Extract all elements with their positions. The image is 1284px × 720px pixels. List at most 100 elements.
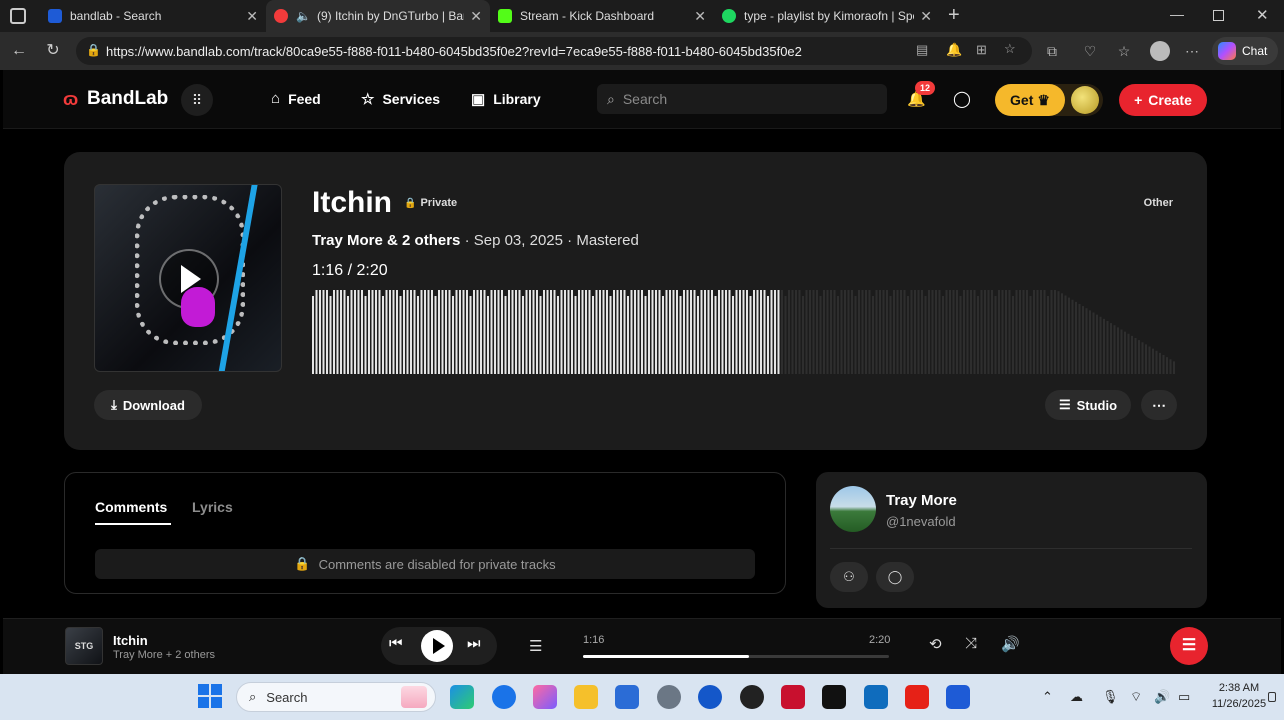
download-button[interactable]: ⤓ Download: [94, 390, 202, 420]
favorites-icon[interactable]: ☆: [1114, 41, 1134, 61]
microphone-icon[interactable]: 🎙: [1102, 689, 1119, 705]
nav-feed[interactable]: ⌂ Feed: [271, 90, 321, 107]
browser-tab-active[interactable]: 🔈 (9) Itchin by DnGTurbo | Ban ✕: [266, 0, 490, 32]
messages-icon[interactable]: ◯: [953, 89, 971, 109]
waveform[interactable]: [312, 290, 1178, 374]
speaker-icon[interactable]: 🔈: [296, 9, 311, 23]
tab-title: type - playlist by Kimoraofn | Spo: [744, 9, 915, 23]
bandlab-logo[interactable]: ɷ BandLab: [63, 88, 168, 110]
windows-start-icon[interactable]: [198, 684, 222, 708]
waveform-bar: [560, 290, 563, 374]
word-icon[interactable]: [946, 685, 970, 709]
volume-icon[interactable]: 🔊: [1001, 635, 1020, 653]
app-available-icon[interactable]: ⊞: [976, 42, 987, 58]
waveform-bar: [714, 296, 717, 374]
follow-user-button[interactable]: ⚇: [830, 562, 868, 592]
copilot-app-icon[interactable]: [492, 685, 516, 709]
copilot-icon: [1218, 42, 1236, 60]
waveform-bar: [595, 290, 598, 374]
browser-essentials-icon[interactable]: ♡: [1080, 41, 1100, 61]
artist-handle[interactable]: @1nevafold: [886, 514, 956, 529]
file-explorer-icon[interactable]: [574, 685, 598, 709]
nav-library[interactable]: ▣ Library: [471, 90, 541, 108]
back-icon[interactable]: ←: [8, 40, 30, 62]
profile-avatar[interactable]: [1150, 41, 1170, 61]
outlook-icon[interactable]: [864, 685, 888, 709]
battery-icon[interactable]: ▭: [1178, 689, 1190, 705]
tab-title: bandlab - Search: [70, 9, 162, 23]
studio-button[interactable]: ☰ Studio: [1045, 390, 1131, 420]
artist-name[interactable]: Tray More: [886, 492, 957, 509]
netflix-icon[interactable]: [822, 685, 846, 709]
wifi-icon[interactable]: ⌔: [1130, 689, 1142, 705]
create-button[interactable]: + Create: [1119, 84, 1207, 116]
close-tab-icon[interactable]: ✕: [246, 8, 258, 25]
notification-center-icon[interactable]: [1268, 692, 1276, 702]
genre-label[interactable]: Other: [1144, 197, 1173, 209]
close-tab-icon[interactable]: ✕: [920, 8, 932, 25]
queue-icon[interactable]: ☰: [529, 637, 542, 655]
waveform-bar: [1022, 290, 1025, 374]
tab-comments[interactable]: Comments: [95, 499, 167, 515]
onedrive-icon[interactable]: ☁: [1070, 689, 1083, 705]
waveform-bar: [693, 290, 696, 374]
copilot-m365-icon[interactable]: [533, 685, 557, 709]
player-artist[interactable]: Tray More + 2 others: [113, 649, 215, 661]
user-avatar[interactable]: [1071, 86, 1099, 114]
waveform-bar: [1043, 290, 1046, 374]
edge-app-icon[interactable]: [450, 685, 474, 709]
repeat-icon[interactable]: ⟲: [929, 635, 942, 653]
get-membership-button[interactable]: Get ♛: [995, 84, 1103, 116]
track-cover-art[interactable]: [94, 184, 282, 372]
youtube-icon[interactable]: [905, 685, 929, 709]
url-field[interactable]: 🔒 https://www.bandlab.com/track/80ca9e55…: [76, 37, 1032, 65]
track-artists[interactable]: Tray More & 2 others: [312, 232, 460, 249]
show-hidden-icons-icon[interactable]: ⌃: [1042, 689, 1053, 705]
next-track-icon[interactable]: ⏭: [467, 635, 481, 652]
previous-track-icon[interactable]: ⏮: [389, 635, 403, 652]
new-tab-icon[interactable]: +: [948, 4, 960, 27]
more-options-icon[interactable]: ⋯: [1141, 390, 1177, 420]
artist-avatar[interactable]: [830, 486, 876, 532]
reader-icon[interactable]: ▤: [916, 42, 928, 58]
waveform-bar: [315, 290, 318, 374]
play-button[interactable]: [421, 630, 453, 662]
browser-tab[interactable]: type - playlist by Kimoraofn | Spo ✕: [714, 0, 940, 32]
favorite-star-icon[interactable]: ☆: [1004, 41, 1016, 57]
lock-icon[interactable]: 🔒: [86, 43, 101, 57]
player-progress-bar[interactable]: [583, 655, 889, 658]
taskbar-clock[interactable]: 2:38 AM 11/26/2025: [1206, 680, 1272, 712]
shuffle-icon[interactable]: ⤨: [965, 635, 977, 652]
nav-services[interactable]: ☆ Services: [361, 90, 440, 108]
close-tab-icon[interactable]: ✕: [470, 8, 482, 25]
player-title[interactable]: Itchin: [113, 633, 148, 648]
tab-lyrics[interactable]: Lyrics: [192, 499, 233, 515]
player-thumbnail[interactable]: STG: [65, 627, 103, 665]
plus-icon: +: [1134, 92, 1143, 108]
chrome-like-app-icon[interactable]: [740, 685, 764, 709]
settings-more-icon[interactable]: ⋯: [1182, 41, 1202, 61]
hp-app-icon[interactable]: [698, 685, 722, 709]
mcafee-icon[interactable]: [781, 685, 805, 709]
refresh-icon[interactable]: ↻: [42, 40, 64, 62]
extensions-icon[interactable]: ⧉: [1042, 41, 1062, 61]
search-input[interactable]: ⌕ Search: [597, 84, 887, 114]
notification-permission-icon[interactable]: 🔔: [946, 42, 962, 58]
microsoft-store-icon[interactable]: [615, 685, 639, 709]
close-window-icon[interactable]: ✕: [1256, 6, 1269, 24]
tab-actions-icon[interactable]: [10, 8, 26, 24]
browser-tab[interactable]: bandlab - Search ✕: [40, 0, 266, 32]
taskbar-search-input[interactable]: ⌕ Search: [236, 682, 436, 712]
close-tab-icon[interactable]: ✕: [694, 8, 706, 25]
waveform-bar: [791, 290, 794, 374]
speaker-icon[interactable]: 🔊: [1154, 689, 1170, 705]
minimize-icon[interactable]: —: [1170, 6, 1184, 22]
settings-gear-icon[interactable]: [657, 685, 681, 709]
maximize-icon[interactable]: [1213, 10, 1224, 21]
player-menu-icon[interactable]: ☰: [1170, 627, 1208, 665]
copilot-chat-button[interactable]: Chat: [1212, 37, 1278, 65]
apps-grid-icon[interactable]: ⠿: [181, 84, 213, 116]
message-artist-button[interactable]: ◯: [876, 562, 914, 592]
waveform-bar: [403, 290, 405, 374]
browser-tab[interactable]: Stream - Kick Dashboard ✕: [490, 0, 714, 32]
